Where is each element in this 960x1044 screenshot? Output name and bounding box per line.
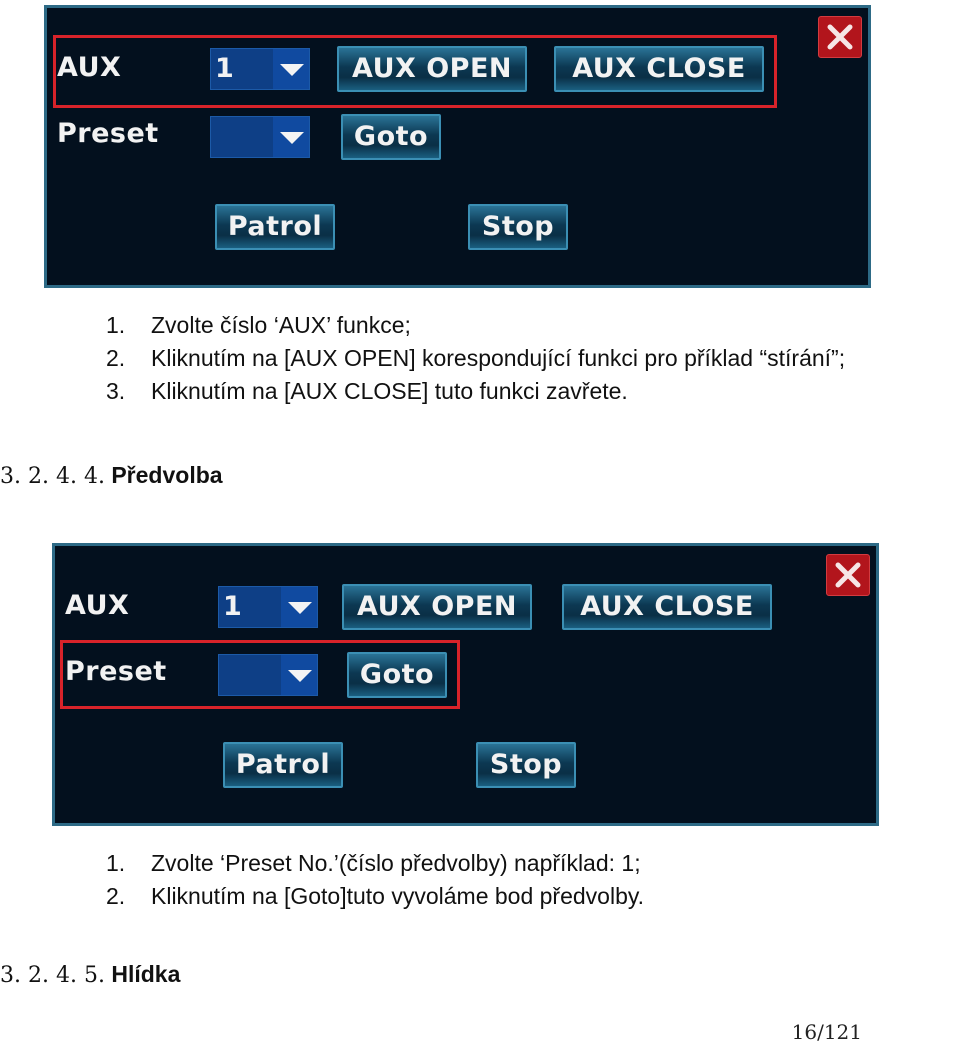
list-item: 2. Kliknutím na [AUX OPEN] korespondující… xyxy=(106,345,846,371)
aux-label: AUX xyxy=(57,52,122,83)
patrol-button[interactable]: Patrol xyxy=(223,742,343,788)
aux-label: AUX xyxy=(65,590,130,621)
aux-number-value: 1 xyxy=(215,53,234,84)
aux-number-select[interactable]: 1 xyxy=(210,48,310,90)
preset-number-select[interactable] xyxy=(218,654,318,696)
section-heading-patrol: 3. 2. 4. 5. Hlídka xyxy=(0,961,180,988)
list-item: 1. Zvolte ‘Preset No.’(číslo předvolby) n… xyxy=(106,850,641,876)
chevron-down-icon xyxy=(288,602,312,614)
list-item: 2. Kliknutím na [Goto]tuto vyvoláme bod p… xyxy=(106,883,645,909)
aux-close-button[interactable]: AUX CLOSE xyxy=(554,46,764,92)
ptz-aux-panel: AUX 1 AUX OPEN AUX CLOSE Preset Goto Pat… xyxy=(44,5,871,288)
aux-dropdown-toggle[interactable] xyxy=(281,587,317,627)
goto-button[interactable]: Goto xyxy=(341,114,441,160)
close-icon xyxy=(827,24,853,50)
aux-number-select[interactable]: 1 xyxy=(218,586,318,628)
aux-steps-list: 1. Zvolte číslo ‘AUX’ funkce; 2. Kliknutím… xyxy=(106,309,845,408)
aux-open-button[interactable]: AUX OPEN xyxy=(342,584,532,630)
chevron-down-icon xyxy=(280,64,304,76)
stop-button[interactable]: Stop xyxy=(468,204,568,250)
preset-number-select[interactable] xyxy=(210,116,310,158)
preset-steps-list: 1. Zvolte ‘Preset No.’(číslo předvolby) n… xyxy=(106,847,644,913)
stop-button[interactable]: Stop xyxy=(476,742,576,788)
ptz-preset-panel: AUX 1 AUX OPEN AUX CLOSE Preset Goto Pat… xyxy=(52,543,879,826)
page-number: 16/121 xyxy=(791,1020,862,1044)
section-title: Předvolba xyxy=(111,462,223,488)
aux-close-button[interactable]: AUX CLOSE xyxy=(562,584,772,630)
close-icon xyxy=(835,562,861,588)
list-item: 3. Kliknutím na [AUX CLOSE] tuto funkci z… xyxy=(106,378,628,404)
goto-button[interactable]: Goto xyxy=(347,652,447,698)
preset-label: Preset xyxy=(57,118,159,149)
aux-open-button[interactable]: AUX OPEN xyxy=(337,46,527,92)
section-number: 3. 2. 4. 4. xyxy=(0,464,105,489)
chevron-down-icon xyxy=(288,670,312,682)
chevron-down-icon xyxy=(280,132,304,144)
section-number: 3. 2. 4. 5. xyxy=(0,963,105,988)
patrol-button[interactable]: Patrol xyxy=(215,204,335,250)
close-button[interactable] xyxy=(818,16,862,58)
aux-number-value: 1 xyxy=(223,591,242,622)
preset-dropdown-toggle[interactable] xyxy=(273,117,309,157)
close-button[interactable] xyxy=(826,554,870,596)
list-item: 1. Zvolte číslo ‘AUX’ funkce; xyxy=(106,312,411,338)
preset-dropdown-toggle[interactable] xyxy=(281,655,317,695)
section-title: Hlídka xyxy=(111,961,181,987)
aux-dropdown-toggle[interactable] xyxy=(273,49,309,89)
section-heading-preset: 3. 2. 4. 4. Předvolba xyxy=(0,462,223,489)
preset-label: Preset xyxy=(65,656,167,687)
